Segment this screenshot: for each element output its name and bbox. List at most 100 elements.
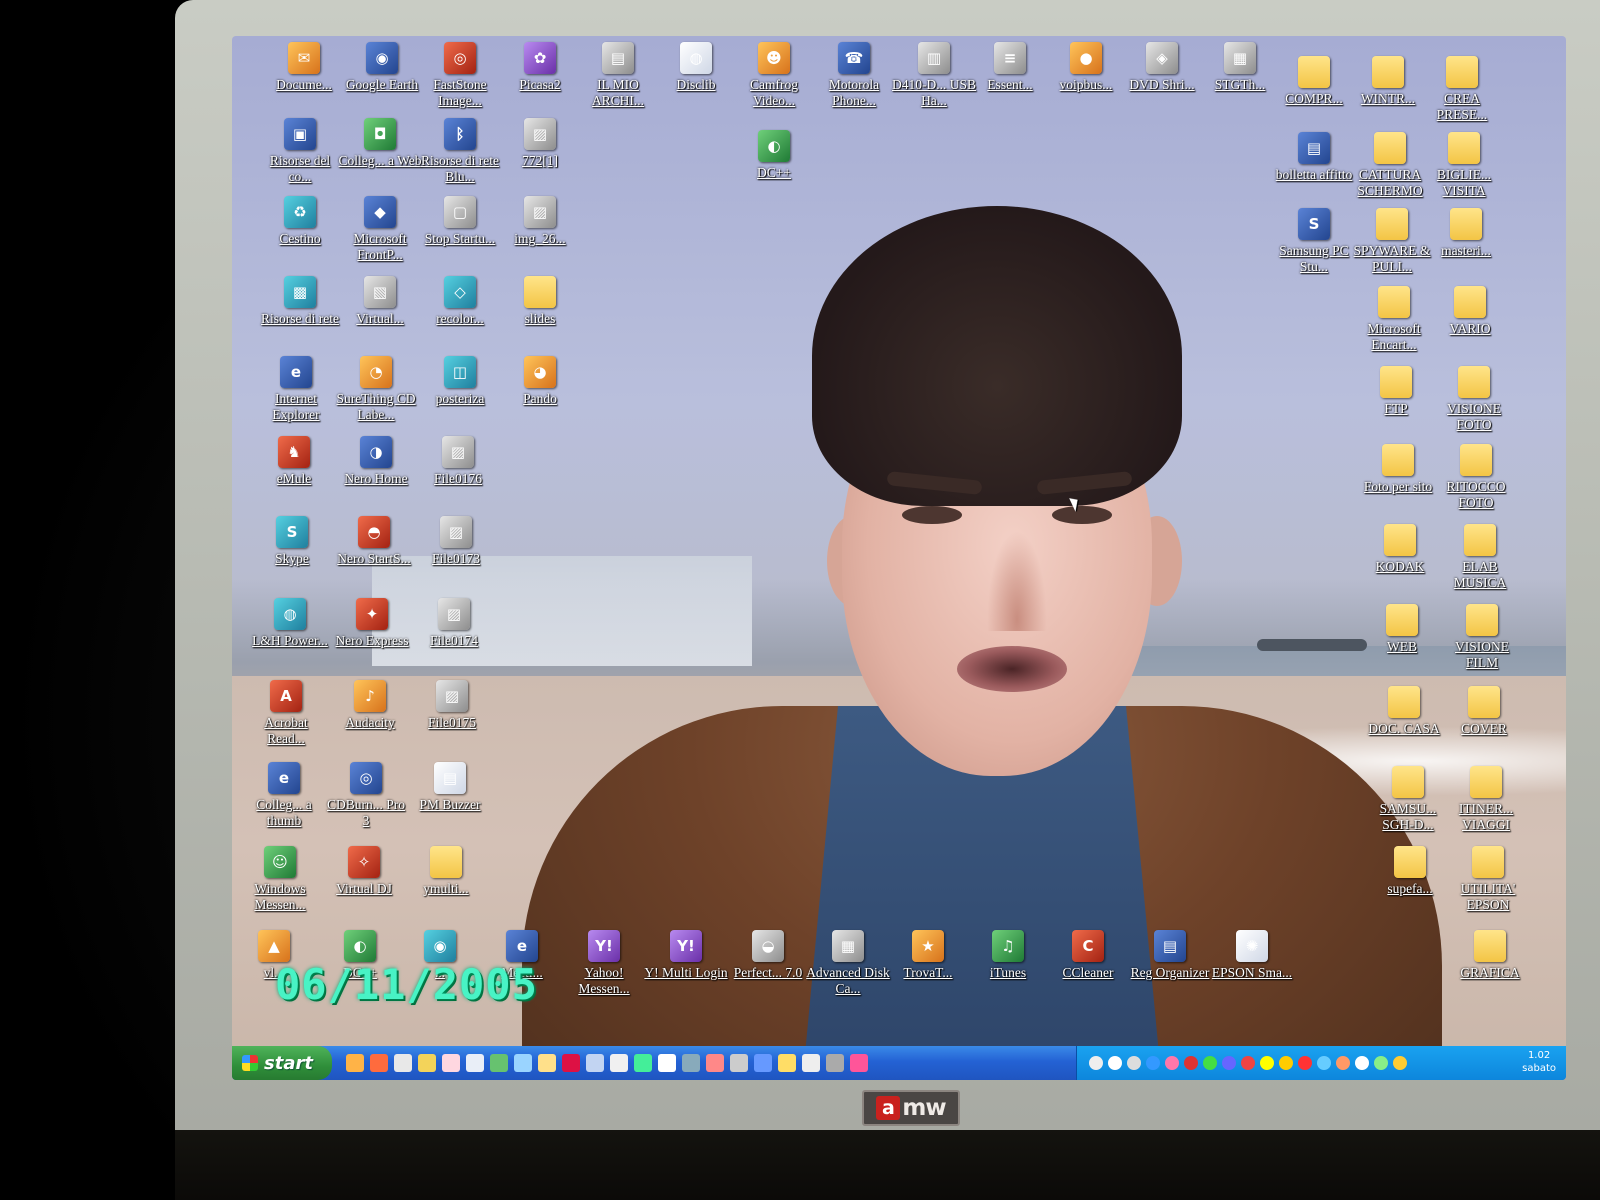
desktop-icon[interactable]: Microsoft Encart...: [1352, 286, 1436, 353]
tray-icon[interactable]: [1222, 1056, 1236, 1070]
quick-launch-icon[interactable]: [610, 1054, 628, 1072]
desktop-icon[interactable]: ♞ eMule: [252, 436, 336, 487]
tray-icon[interactable]: [1165, 1056, 1179, 1070]
quick-launch-icon[interactable]: [730, 1054, 748, 1072]
desktop-icon[interactable]: ▦ Advanced Disk Ca...: [806, 930, 890, 997]
desktop-icon[interactable]: ◍ L&H Power...: [248, 598, 332, 649]
desktop-icon[interactable]: ᛒ Risorse di rete Blu...: [418, 118, 502, 185]
quick-launch-icon[interactable]: [682, 1054, 700, 1072]
desktop-icon[interactable]: ◍ Disclib: [654, 42, 738, 93]
desktop-icon[interactable]: ▥ D410-D... USB Ha...: [892, 42, 976, 109]
desktop-icon[interactable]: ◉ Google Earth: [340, 42, 424, 93]
quick-launch-icon[interactable]: [466, 1054, 484, 1072]
tray-icon[interactable]: [1146, 1056, 1160, 1070]
desktop-icon[interactable]: ☺ Windows Messen...: [238, 846, 322, 913]
tray-icon[interactable]: [1355, 1056, 1369, 1070]
desktop-icon[interactable]: ▨ img_26...: [498, 196, 582, 247]
desktop-icon[interactable]: S Skype: [250, 516, 334, 567]
quick-launch-icon[interactable]: [658, 1054, 676, 1072]
desktop-icon[interactable]: ◓ Nero StartS...: [332, 516, 416, 567]
desktop-icon[interactable]: ▨ File0173: [414, 516, 498, 567]
desktop-icon[interactable]: ▢ Stop Startu...: [418, 196, 502, 247]
tray-icon[interactable]: [1203, 1056, 1217, 1070]
quick-launch-icon[interactable]: [586, 1054, 604, 1072]
desktop-icon[interactable]: ◑ Nero Home: [334, 436, 418, 487]
desktop-icon[interactable]: FTP: [1354, 366, 1438, 417]
desktop-icon[interactable]: COMPR...: [1272, 56, 1356, 107]
quick-launch-icon[interactable]: [514, 1054, 532, 1072]
desktop-icon[interactable]: ★ TrovaT...: [886, 930, 970, 981]
desktop-icon[interactable]: ≡ Essent...: [968, 42, 1052, 93]
desktop-icon[interactable]: Y! Y! Multi Login: [644, 930, 728, 981]
desktop-icon[interactable]: e Internet Explorer: [254, 356, 338, 423]
desktop-icon[interactable]: ▤ IL MIO ARCHI...: [576, 42, 660, 109]
quick-launch-icon[interactable]: [418, 1054, 436, 1072]
desktop-icon[interactable]: ◈ DVD Shri...: [1120, 42, 1204, 93]
tray-clock[interactable]: 1.02 sabato: [1522, 1049, 1556, 1075]
desktop-icon[interactable]: ♻ Cestino: [258, 196, 342, 247]
desktop-icon[interactable]: ◫ posteriza: [418, 356, 502, 407]
desktop-icon[interactable]: Foto per sito: [1356, 444, 1440, 495]
quick-launch-icon[interactable]: [538, 1054, 556, 1072]
desktop-icon[interactable]: ◒ Perfect... 7.0: [726, 930, 810, 981]
desktop-icon[interactable]: ☻ Camfrog Video...: [732, 42, 816, 109]
desktop-icon[interactable]: ◆ Microsoft FrontP...: [338, 196, 422, 263]
tray-icon[interactable]: [1336, 1056, 1350, 1070]
desktop-icon[interactable]: RITOCCO FOTO: [1434, 444, 1518, 511]
desktop-icon[interactable]: ♪ Audacity: [328, 680, 412, 731]
desktop-icon[interactable]: supefa...: [1368, 846, 1452, 897]
desktop-icon[interactable]: ▤ Reg Organizer: [1128, 930, 1212, 981]
tray-icon[interactable]: [1317, 1056, 1331, 1070]
desktop-icon[interactable]: VISIONE FOTO: [1432, 366, 1516, 433]
desktop-icon[interactable]: ▨ File0174: [412, 598, 496, 649]
desktop-icon[interactable]: COVER: [1442, 686, 1526, 737]
quick-launch-icon[interactable]: [850, 1054, 868, 1072]
desktop-icon[interactable]: KODAK: [1358, 524, 1442, 575]
desktop-icon[interactable]: ITINER... VIAGGI: [1444, 766, 1528, 833]
tray-icon[interactable]: [1241, 1056, 1255, 1070]
quick-launch-icon[interactable]: [562, 1054, 580, 1072]
desktop-icon[interactable]: ▤ bolletta affitto: [1272, 132, 1356, 183]
start-button[interactable]: start: [232, 1046, 332, 1080]
desktop-icon[interactable]: WEB: [1360, 604, 1444, 655]
desktop-icon[interactable]: ● voipbus...: [1044, 42, 1128, 93]
desktop-icon[interactable]: ▨ 772[1]: [498, 118, 582, 169]
tray-icon[interactable]: [1260, 1056, 1274, 1070]
desktop-icon[interactable]: ◔ SureThing CD Labe...: [334, 356, 418, 423]
desktop-icon[interactable]: GRAFICA: [1448, 930, 1532, 981]
tray-icon[interactable]: [1127, 1056, 1141, 1070]
desktop-icon[interactable]: ymulti...: [404, 846, 488, 897]
desktop-icon[interactable]: ELAB MUSICA: [1438, 524, 1522, 591]
quick-launch-icon[interactable]: [442, 1054, 460, 1072]
tray-icon[interactable]: [1089, 1056, 1103, 1070]
desktop-icon[interactable]: SPYWARE & PULI...: [1350, 208, 1434, 275]
desktop-icon[interactable]: e Colleg... a thumb: [242, 762, 326, 829]
quick-launch-icon[interactable]: [346, 1054, 364, 1072]
desktop-icon[interactable]: ◕ Pando: [498, 356, 582, 407]
quick-launch-icon[interactable]: [706, 1054, 724, 1072]
desktop-icon[interactable]: Y! Yahoo! Messen...: [562, 930, 646, 997]
desktop-icon[interactable]: WINTR...: [1346, 56, 1430, 107]
desktop-icon[interactable]: ▨ File0176: [416, 436, 500, 487]
desktop-icon[interactable]: CATTURA SCHERMO: [1348, 132, 1432, 199]
desktop-icon[interactable]: slides: [498, 276, 582, 327]
desktop-icon[interactable]: ✺ EPSON Sma...: [1210, 930, 1294, 981]
quick-launch-icon[interactable]: [754, 1054, 772, 1072]
desktop-icon[interactable]: VISIONE FILM: [1440, 604, 1524, 671]
tray-icon[interactable]: [1374, 1056, 1388, 1070]
desktop-icon[interactable]: ▣ Risorse del co...: [258, 118, 342, 185]
desktop-icon[interactable]: ◎ CDBurn... Pro 3: [324, 762, 408, 829]
desktop-icon[interactable]: ▤ PM Buzzer: [408, 762, 492, 813]
desktop-icon[interactable]: ◐ DC++: [732, 130, 816, 181]
desktop-icon[interactable]: ✧ Virtual DJ: [322, 846, 406, 897]
desktop-icon[interactable]: VARIO: [1428, 286, 1512, 337]
desktop-icon[interactable]: ✦ Nero Express: [330, 598, 414, 649]
desktop-icon[interactable]: C CCleaner: [1046, 930, 1130, 981]
desktop-icon[interactable]: CREA PRESE...: [1420, 56, 1504, 123]
quick-launch-icon[interactable]: [802, 1054, 820, 1072]
desktop-icon[interactable]: ◘ Colleg... a Web: [338, 118, 422, 169]
desktop-icon[interactable]: ▦ STGTh...: [1198, 42, 1282, 93]
desktop-icon[interactable]: ◇ recolor...: [418, 276, 502, 327]
quick-launch-icon[interactable]: [778, 1054, 796, 1072]
quick-launch-icon[interactable]: [634, 1054, 652, 1072]
